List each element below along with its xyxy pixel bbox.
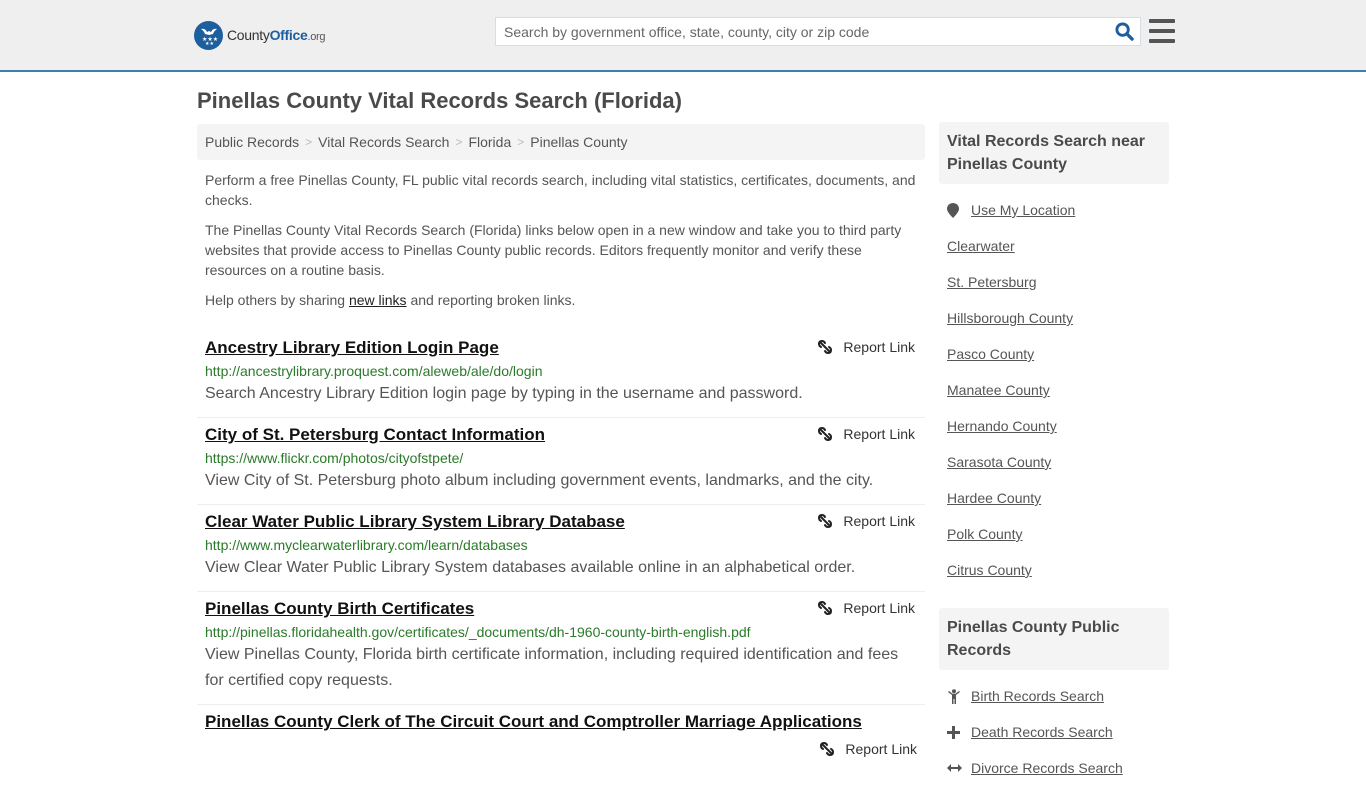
broken-link-icon (818, 601, 833, 615)
death-records-search-link[interactable]: Death Records Search (971, 724, 1113, 740)
search-box (495, 17, 1141, 46)
birth-records-search-link[interactable]: Birth Records Search (971, 688, 1104, 704)
result-url: https://www.flickr.com/photos/cityofstpe… (205, 450, 464, 466)
page-title: Pinellas County Vital Records Search (Fl… (197, 88, 682, 113)
breadcrumb-pinellas-county[interactable]: Pinellas County (530, 134, 627, 150)
nearby-item: Hardee County (947, 480, 1161, 516)
nearby-link-hernando-county[interactable]: Hernando County (947, 418, 1057, 434)
public-records-heading: Pinellas County Public Records (939, 608, 1169, 670)
hamburger-menu-icon (1149, 19, 1175, 23)
intro-paragraph-1: Perform a free Pinellas County, FL publi… (205, 172, 916, 208)
sidebar: Vital Records Search near Pinellas Count… (939, 122, 1169, 786)
result-item: Pinellas County Birth Certificates http:… (197, 592, 925, 705)
broken-link-icon (818, 340, 833, 354)
nearby-list: Use My Location Clearwater St. Petersbur… (939, 192, 1169, 588)
public-records-item: Death Records Search (947, 714, 1161, 750)
public-records-list: Birth Records Search Death Records Searc… (939, 678, 1169, 786)
eagle-stars-logo-icon: ★★★ ★★ (194, 20, 223, 50)
main-content: Public Records > Vital Records Search > … (197, 124, 925, 767)
svg-text:★★: ★★ (205, 41, 214, 46)
result-title-link[interactable]: Clear Water Public Library System Librar… (205, 511, 625, 533)
divorce-records-search-link[interactable]: Divorce Records Search (971, 760, 1123, 776)
report-link-button[interactable]: Report Link (817, 513, 915, 529)
nearby-link-polk-county[interactable]: Polk County (947, 526, 1022, 542)
result-description: View Pinellas County, Florida birth cert… (205, 646, 899, 689)
nearby-link-pasco-county[interactable]: Pasco County (947, 346, 1034, 362)
chevron-right-icon: > (455, 135, 463, 149)
result-url: http://pinellas.floridahealth.gov/certif… (205, 624, 751, 640)
nearby-link-clearwater[interactable]: Clearwater (947, 238, 1015, 254)
chevron-right-icon: > (517, 135, 525, 149)
nearby-link-st-petersburg[interactable]: St. Petersburg (947, 274, 1037, 290)
map-marker-icon (947, 202, 971, 218)
breadcrumb-florida[interactable]: Florida (468, 134, 511, 150)
use-my-location-item: Use My Location (947, 192, 1161, 228)
result-title-link[interactable]: Ancestry Library Edition Login Page (205, 337, 499, 359)
nearby-item: Sarasota County (947, 444, 1161, 480)
result-description: Search Ancestry Library Edition login pa… (205, 385, 803, 402)
report-link-button[interactable]: Report Link (817, 600, 915, 616)
broken-link-icon (818, 427, 833, 441)
public-records-item: Divorce Records Search (947, 750, 1161, 786)
search-input[interactable] (496, 18, 1108, 45)
result-item: Clear Water Public Library System Librar… (197, 505, 925, 592)
public-records-item: Birth Records Search (947, 678, 1161, 714)
result-title-link[interactable]: Pinellas County Clerk of The Circuit Cou… (205, 711, 862, 733)
intro-text: Perform a free Pinellas County, FL publi… (197, 170, 925, 310)
hamburger-menu-button[interactable] (1149, 19, 1175, 43)
nearby-item: Hillsborough County (947, 300, 1161, 336)
nearby-item: Clearwater (947, 228, 1161, 264)
logo-link[interactable]: ★★★ ★★ CountyOffice.org (194, 20, 326, 50)
search-icon (1114, 22, 1134, 41)
result-title-link[interactable]: Pinellas County Birth Certificates (205, 598, 474, 620)
broken-link-icon (820, 742, 835, 756)
broken-link-icon (818, 514, 833, 528)
nearby-item: Citrus County (947, 552, 1161, 588)
breadcrumb: Public Records > Vital Records Search > … (197, 124, 925, 160)
search-button[interactable] (1108, 18, 1140, 45)
result-description: View City of St. Petersburg photo album … (205, 472, 874, 489)
cross-icon (947, 725, 971, 739)
breadcrumb-vital-records-search[interactable]: Vital Records Search (318, 134, 449, 150)
result-url: http://ancestrylibrary.proquest.com/alew… (205, 363, 543, 379)
site-header: ★★★ ★★ CountyOffice.org (0, 0, 1366, 72)
nearby-heading: Vital Records Search near Pinellas Count… (939, 122, 1169, 184)
report-link-button[interactable]: Report Link (817, 339, 915, 355)
nearby-item: Polk County (947, 516, 1161, 552)
nearby-item: Hernando County (947, 408, 1161, 444)
nearby-link-sarasota-county[interactable]: Sarasota County (947, 454, 1051, 470)
nearby-item: Pasco County (947, 336, 1161, 372)
breadcrumb-public-records[interactable]: Public Records (205, 134, 299, 150)
intro-paragraph-2: The Pinellas County Vital Records Search… (205, 222, 902, 278)
result-item: City of St. Petersburg Contact Informati… (197, 418, 925, 505)
result-item: Ancestry Library Edition Login Page http… (197, 331, 925, 418)
chevron-right-icon: > (305, 135, 313, 149)
intro-paragraph-3: Help others by sharing new links and rep… (205, 292, 576, 308)
logo-text: CountyOffice.org (227, 27, 326, 43)
report-link-button[interactable]: Report Link (205, 741, 917, 757)
use-my-location-link[interactable]: Use My Location (971, 202, 1075, 218)
nearby-item: St. Petersburg (947, 264, 1161, 300)
result-url: http://www.myclearwaterlibrary.com/learn… (205, 537, 528, 553)
arrows-horizontal-icon (947, 763, 971, 773)
nearby-link-hillsborough-county[interactable]: Hillsborough County (947, 310, 1073, 326)
report-link-button[interactable]: Report Link (817, 426, 915, 442)
result-description: View Clear Water Public Library System d… (205, 559, 856, 576)
child-icon (947, 688, 971, 704)
results-list: Ancestry Library Edition Login Page http… (197, 331, 925, 767)
nearby-link-manatee-county[interactable]: Manatee County (947, 382, 1050, 398)
nearby-link-hardee-county[interactable]: Hardee County (947, 490, 1041, 506)
nearby-link-citrus-county[interactable]: Citrus County (947, 562, 1032, 578)
new-links-link[interactable]: new links (349, 292, 407, 308)
nearby-item: Manatee County (947, 372, 1161, 408)
result-item: Pinellas County Clerk of The Circuit Cou… (197, 705, 925, 767)
result-title-link[interactable]: City of St. Petersburg Contact Informati… (205, 424, 545, 446)
